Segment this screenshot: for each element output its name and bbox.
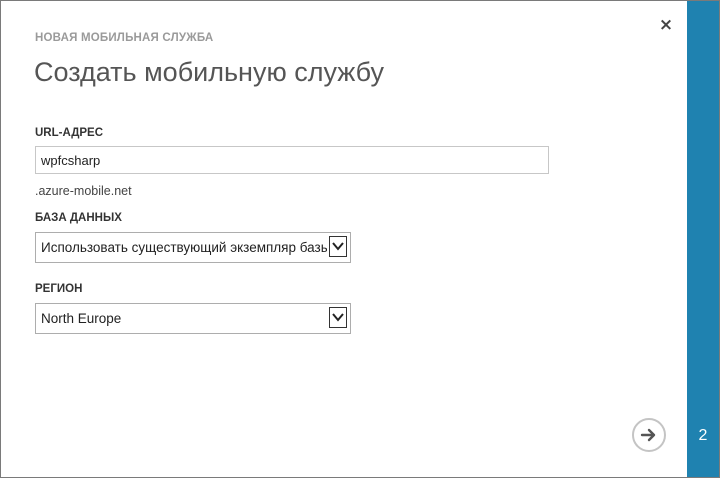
create-mobile-service-dialog: × НОВАЯ МОБИЛЬНАЯ СЛУЖБА Создать мобильн…	[0, 0, 720, 478]
arrow-right-icon	[640, 428, 656, 442]
close-icon: ×	[658, 15, 674, 35]
url-input[interactable]	[35, 146, 549, 174]
wizard-step-panel: 2	[687, 1, 719, 477]
region-label: РЕГИОН	[35, 283, 83, 295]
dialog-kicker: НОВАЯ МОБИЛЬНАЯ СЛУЖБА	[35, 32, 214, 44]
database-select-value: Использовать существующий экземпляр базы…	[41, 240, 327, 255]
chevron-down-icon[interactable]	[329, 307, 347, 328]
region-select[interactable]: North Europe	[35, 303, 351, 334]
url-label: URL-АДРЕС	[35, 127, 104, 139]
page-title: Создать мобильную службу	[34, 57, 385, 87]
wizard-step-number: 2	[698, 427, 708, 444]
url-suffix: .azure-mobile.net	[35, 184, 132, 198]
chevron-down-icon[interactable]	[329, 236, 347, 257]
close-button[interactable]: ×	[656, 14, 676, 36]
database-label: БАЗА ДАННЫХ	[35, 212, 122, 224]
region-select-value: North Europe	[41, 311, 122, 326]
database-select[interactable]: Использовать существующий экземпляр базы…	[35, 232, 351, 263]
next-button[interactable]	[632, 418, 666, 452]
